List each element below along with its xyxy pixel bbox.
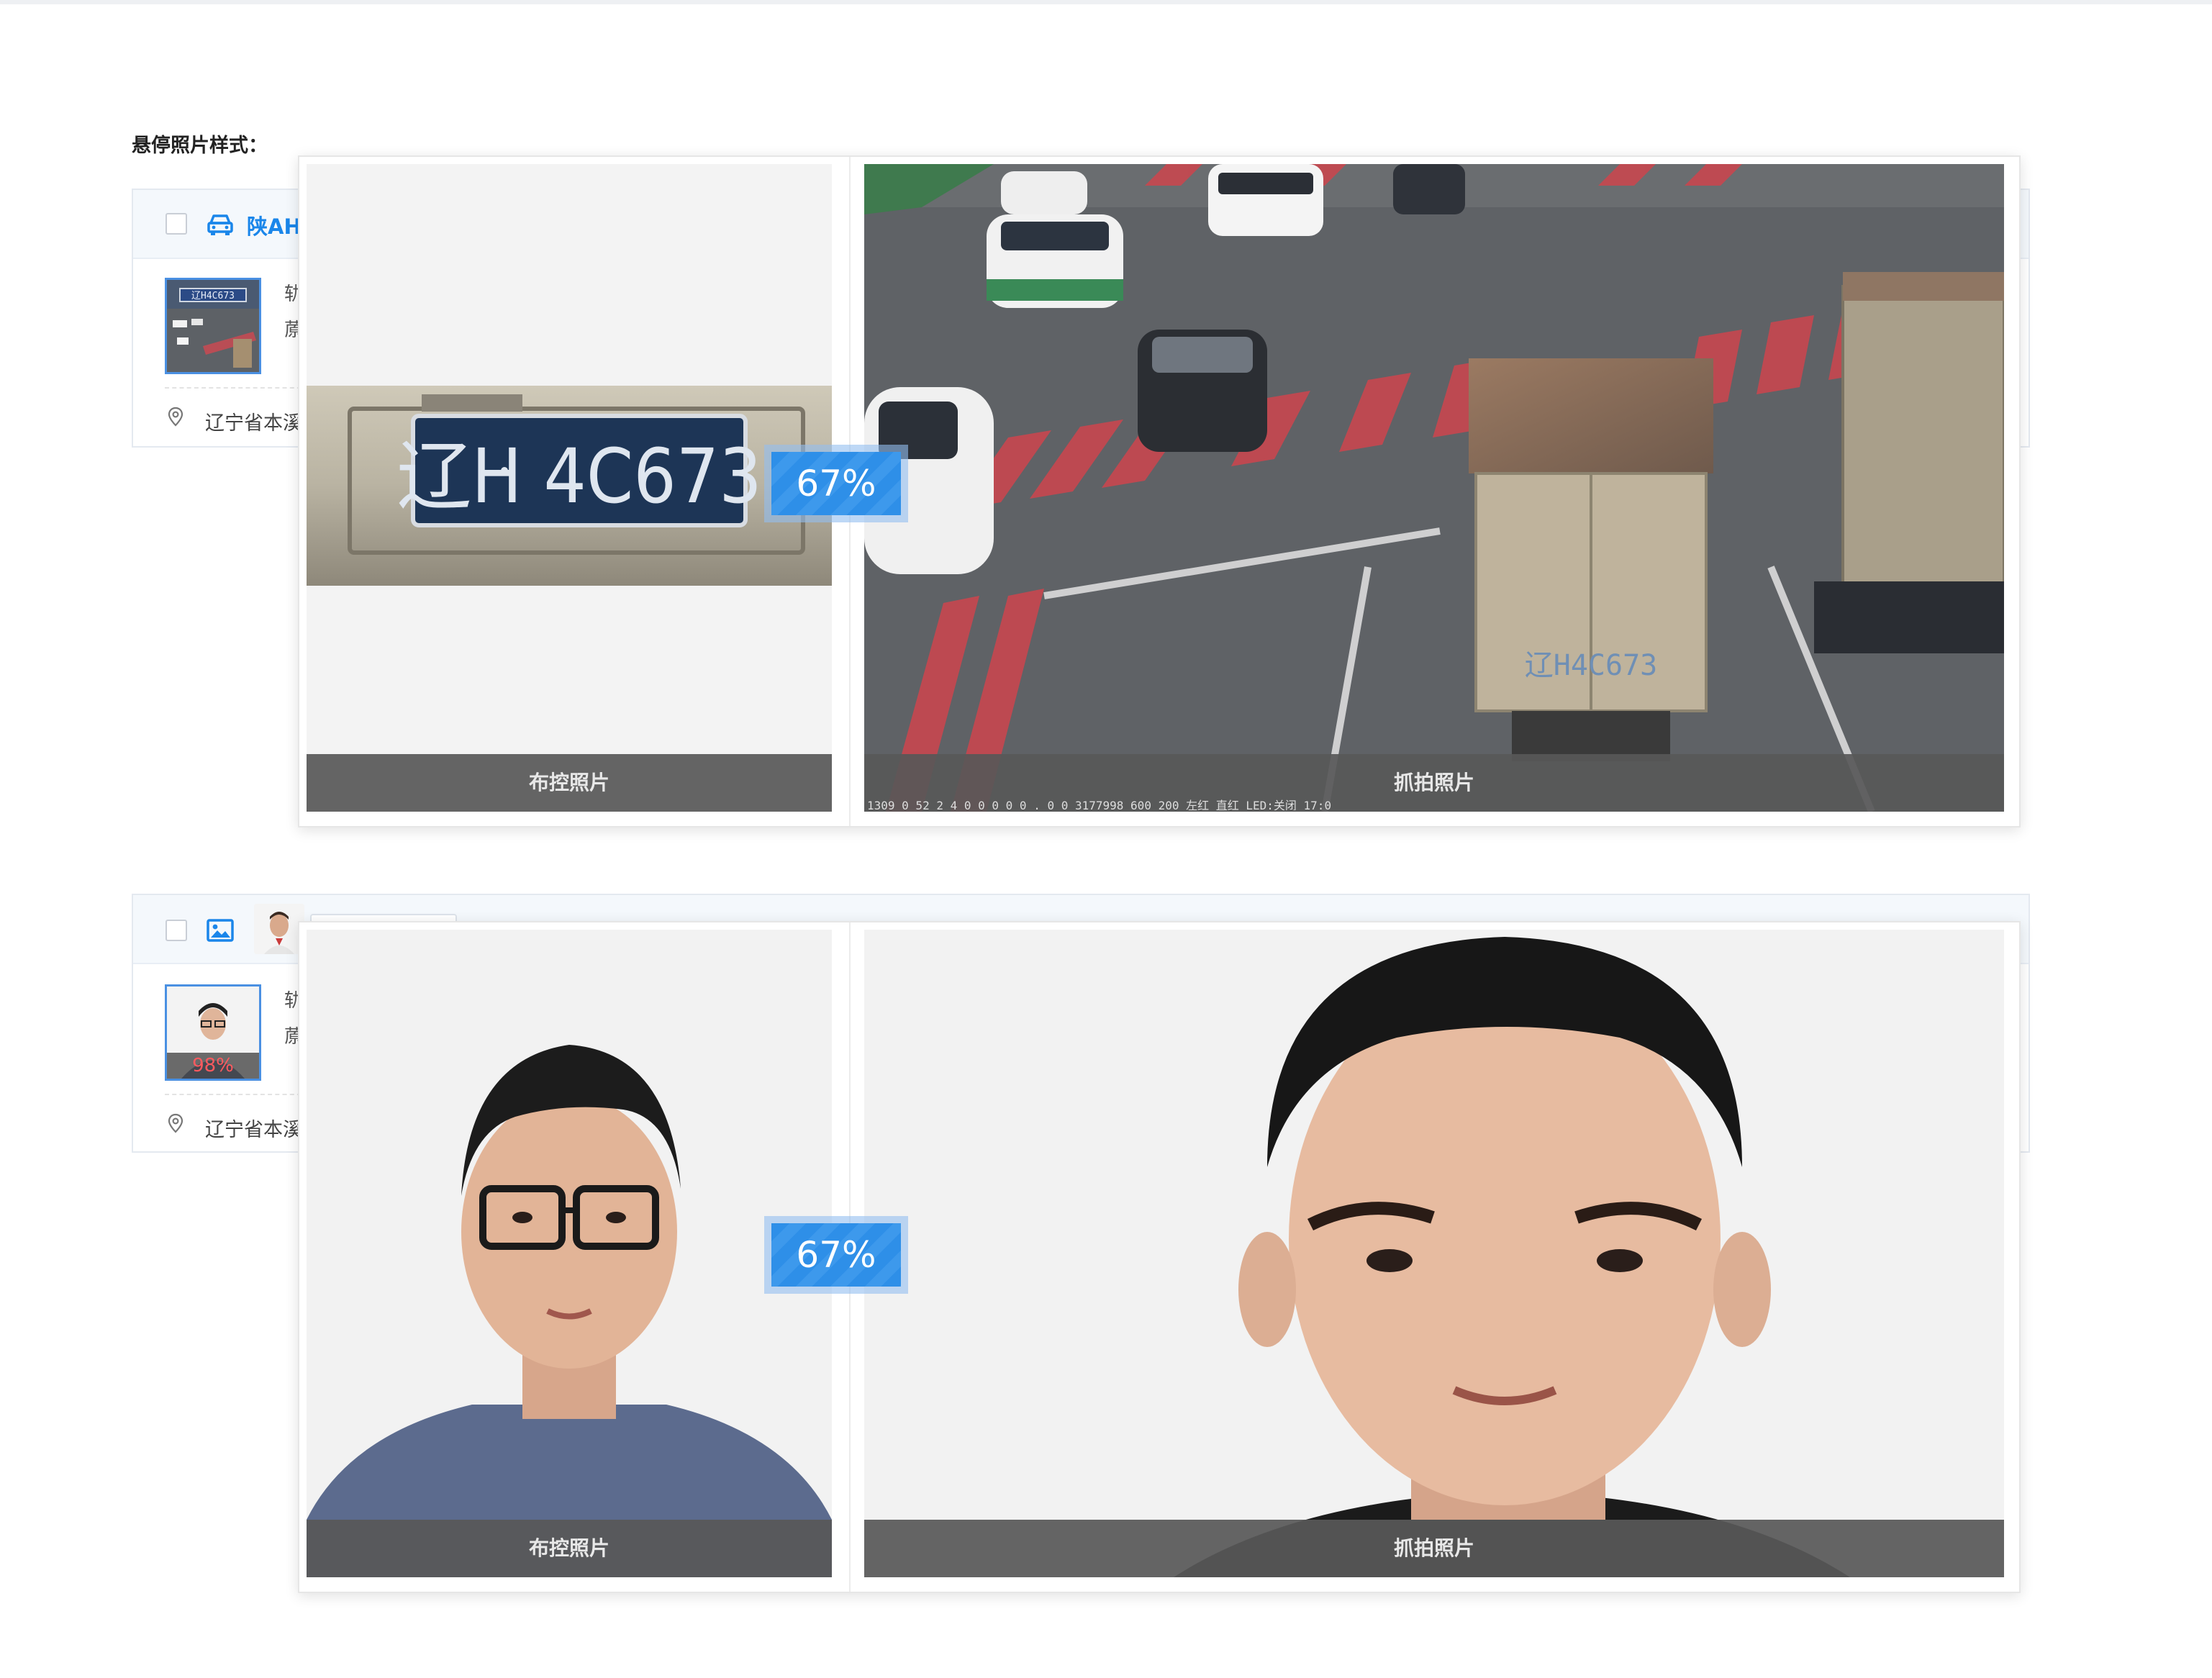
svg-text:辽H4C673: 辽H4C673 — [191, 291, 235, 301]
top-divider — [0, 0, 2212, 4]
plate-number[interactable]: 陕AH — [247, 210, 302, 240]
capture-photo-panel: 抓拍照片 — [864, 930, 2004, 1577]
vehicle-hover-popover: 辽H 4C673 布控照片 辽H4C673 1309 0 52 2 4 0 0 … — [298, 155, 2021, 827]
location-text: 辽宁省本溪 — [205, 1119, 302, 1141]
avatar — [254, 904, 304, 954]
camera-overlay-text: 1309 0 52 2 4 0 0 0 0 0 . 0 0 3177998 60… — [867, 799, 1332, 810]
watchlist-photo-caption: 布控照片 — [307, 1520, 832, 1577]
capture-photo-panel: 辽H4C673 1309 0 52 2 4 0 0 0 0 0 . 0 0 31… — [864, 164, 2004, 812]
capture-thumbnail[interactable]: 辽H4C673 — [165, 278, 261, 374]
similarity-score: 98% — [167, 1053, 259, 1079]
capture-thumbnail[interactable]: 98% — [165, 984, 261, 1081]
watchlist-photo-caption: 布控照片 — [307, 754, 832, 812]
similarity-percent: 67% — [771, 1223, 901, 1287]
car-icon — [207, 214, 233, 235]
watchlist-photo-panel: 布控照片 — [307, 930, 832, 1577]
truck-plate-text: 辽H4C673 — [1525, 649, 1658, 682]
similarity-badge: 67% — [764, 445, 908, 522]
location-pin-icon — [168, 407, 183, 427]
capture-photo-caption: 抓拍照片 — [864, 1520, 2004, 1577]
plate-closeup-text: 辽H 4C673 — [396, 432, 762, 520]
card-divider — [165, 1094, 302, 1095]
section-title: 悬停照片样式： — [132, 135, 268, 157]
similarity-percent: 67% — [771, 452, 901, 515]
face-hover-popover: 布控照片 抓拍照片 67% — [298, 921, 2021, 1593]
watchlist-photo-panel: 辽H 4C673 布控照片 — [307, 164, 832, 812]
similarity-badge: 67% — [764, 1216, 908, 1294]
image-icon — [207, 919, 234, 942]
location-pin-icon — [168, 1113, 183, 1133]
select-checkbox[interactable] — [166, 920, 187, 941]
select-checkbox[interactable] — [166, 213, 187, 235]
card-divider — [165, 387, 302, 389]
location-text: 辽宁省本溪 — [205, 412, 302, 435]
